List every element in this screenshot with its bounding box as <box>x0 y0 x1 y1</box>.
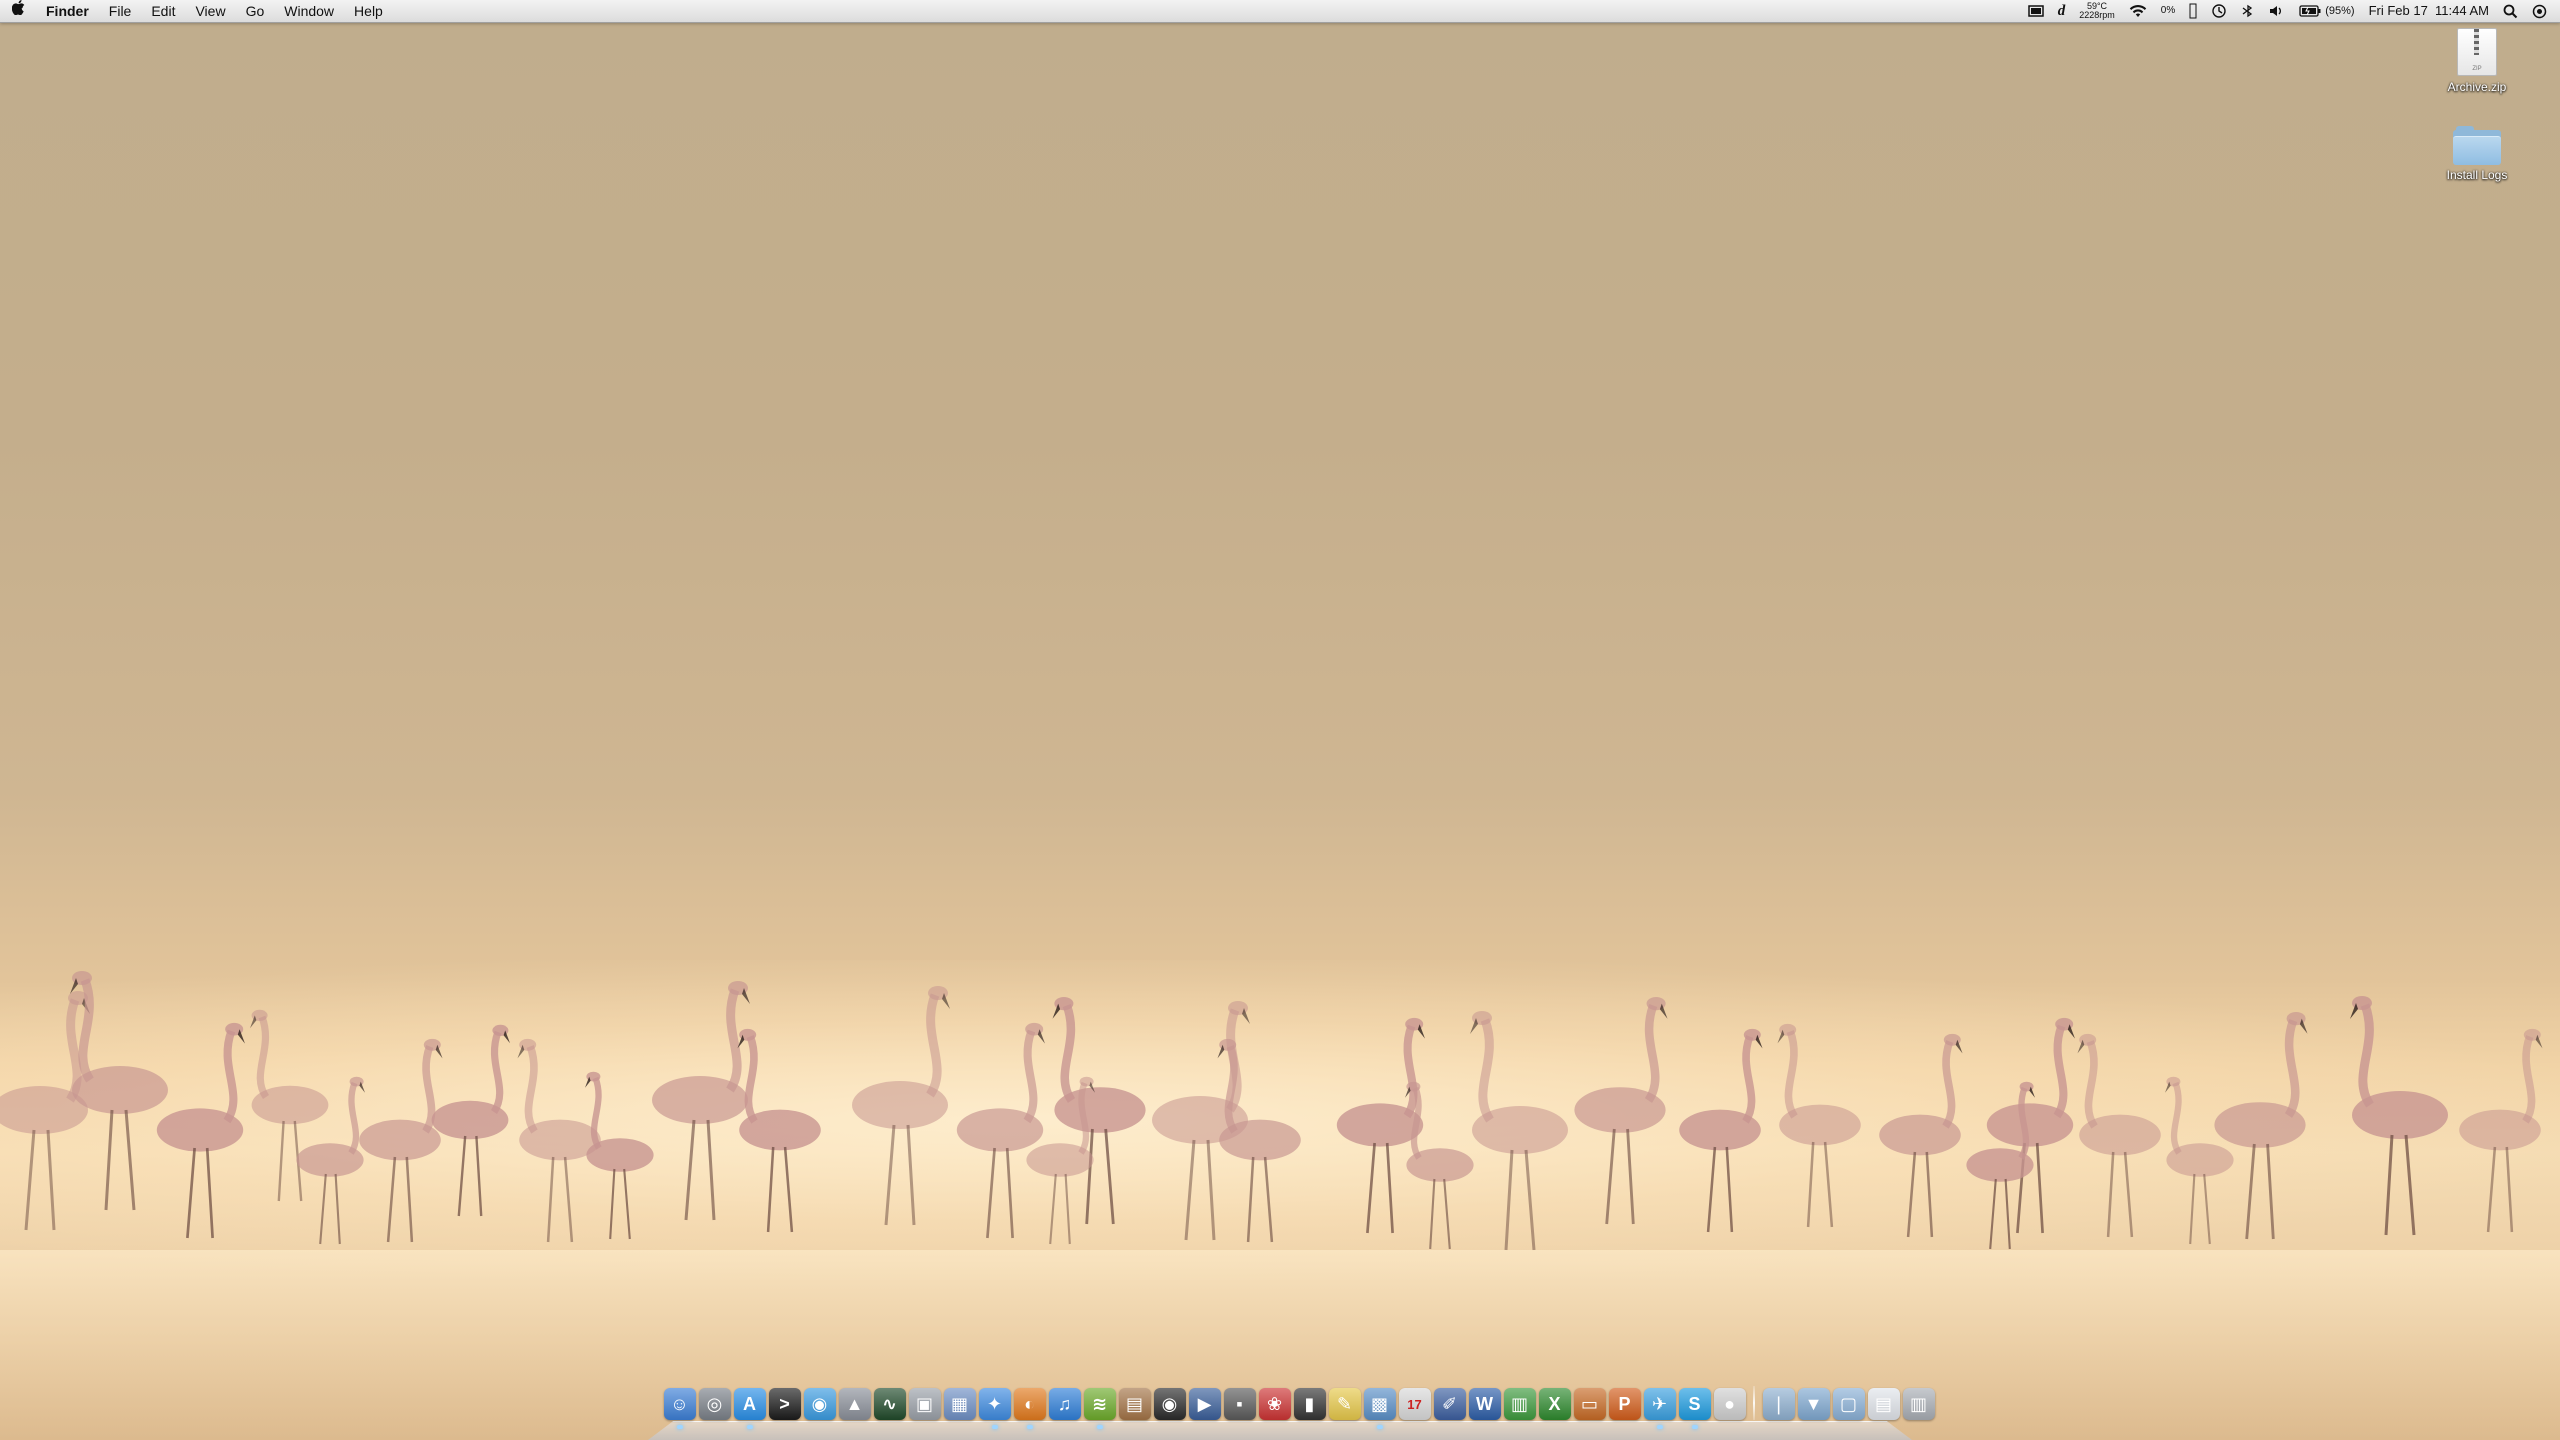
quicktime-icon[interactable]: ▶ <box>1188 1388 1221 1420</box>
desktop-icon-archive[interactable]: ZIP Archive.zip <box>2432 28 2522 94</box>
app-store-icon[interactable]: A <box>733 1388 766 1429</box>
flamingo-silhouette <box>1986 1017 2075 1234</box>
menu-go[interactable]: Go <box>236 0 275 22</box>
apple-menu-icon[interactable] <box>0 0 36 22</box>
finder-icon[interactable]: ☺ <box>663 1388 696 1429</box>
bluetooth-icon[interactable] <box>2234 4 2262 18</box>
pencil-icon[interactable]: ✐ <box>1433 1388 1466 1420</box>
screenshot-icon[interactable]: ◎ <box>698 1388 731 1420</box>
notification-icon[interactable] <box>2525 4 2554 19</box>
excel-icon[interactable]: X <box>1538 1388 1571 1420</box>
desktop-icon-label: Archive.zip <box>2447 80 2507 94</box>
stickies-icon[interactable]: ✎ <box>1328 1388 1361 1420</box>
cpu-meter[interactable]: 0% <box>2154 0 2182 22</box>
remote-desktop-icon[interactable]: ▩ <box>1363 1388 1396 1429</box>
flamingo-silhouette <box>737 1028 821 1233</box>
numbers-icon[interactable]: ▥ <box>1503 1388 1536 1420</box>
dock: ☺ ◎ A > ◉ ▲ ∿ ▣ ▦ ✦ ◐ ♫ ≋ ▤ ◉ ▶ ▪ ❀ ▮ ✎ ▩ 17 ✐ W ▥ X ▭ P ✈ S ● ❘ ▼ ▢ ▤ ▥ <box>648 1382 1935 1440</box>
wifi-diagnostics-icon[interactable]: ◉ <box>803 1388 836 1420</box>
powerpoint-icon[interactable]: P <box>1608 1388 1641 1420</box>
activity-monitor-icon[interactable]: ∿ <box>873 1388 906 1420</box>
clock[interactable]: Fri Feb 17 11:44 AM <box>2362 0 2496 22</box>
flamingo-silhouette <box>2077 1033 2161 1238</box>
flamingo-silhouette <box>1470 1011 1568 1251</box>
downloads-stack-icon[interactable]: ▼ <box>1797 1388 1830 1420</box>
flamingo-silhouette <box>1152 1001 1250 1241</box>
desktop[interactable]: Finder File Edit View Go Window Help d 5… <box>0 0 2560 1440</box>
menu-edit[interactable]: Edit <box>141 0 185 22</box>
flamingo-silhouette <box>852 986 950 1226</box>
flamingo-silhouette <box>359 1038 443 1243</box>
itunes-icon[interactable]: ♫ <box>1048 1388 1081 1420</box>
flamingo-silhouette <box>1679 1028 1763 1233</box>
flamingo-silhouette <box>1217 1038 1301 1243</box>
menu-view[interactable]: View <box>185 0 235 22</box>
cpu-text: 0% <box>2160 5 2176 16</box>
flamingo-silhouette <box>156 1022 245 1239</box>
dock-icons: ☺ ◎ A > ◉ ▲ ∿ ▣ ▦ ✦ ◐ ♫ ≋ ▤ ◉ ▶ ▪ ❀ ▮ ✎ ▩ 17 ✐ W ▥ X ▭ P ✈ S ● ❘ ▼ ▢ ▤ ▥ <box>662 1386 1936 1429</box>
fan-text: 2228rpm <box>2079 10 2115 20</box>
menu-help[interactable]: Help <box>344 0 393 22</box>
flamingo-silhouette <box>0 991 90 1231</box>
flamingo-silhouette <box>2214 1011 2308 1240</box>
tv-icon[interactable]: ▪ <box>1223 1388 1256 1420</box>
flamingo-silhouette <box>1336 1017 1425 1234</box>
terminal-icon[interactable]: > <box>768 1388 801 1420</box>
skype-icon[interactable]: S <box>1678 1388 1711 1429</box>
dictionary-icon[interactable]: d <box>2051 0 2073 22</box>
spotlight-icon[interactable] <box>2496 4 2525 19</box>
mouse-icon[interactable]: ● <box>1713 1388 1746 1420</box>
notes-icon[interactable]: ▮ <box>1293 1388 1326 1420</box>
menu-bar: Finder File Edit View Go Window Help d 5… <box>0 0 2560 23</box>
applications-stack-icon[interactable]: ❘ <box>1762 1388 1795 1420</box>
documents-stack-icon[interactable]: ▢ <box>1832 1388 1865 1420</box>
display-icon[interactable] <box>2021 5 2051 17</box>
keynote-icon[interactable]: ▭ <box>1573 1388 1606 1420</box>
battery-small-icon[interactable] <box>2182 3 2204 19</box>
flamingo-silhouette <box>431 1024 510 1217</box>
battery-percent-text: (95%) <box>2325 5 2355 17</box>
dock-separator <box>1753 1386 1755 1420</box>
flamingo-silhouette <box>2165 1076 2234 1245</box>
flamingo-silhouette <box>1777 1023 1861 1228</box>
zip-badge: ZIP <box>2472 66 2482 72</box>
menu-file[interactable]: File <box>99 0 142 22</box>
preview-icon[interactable]: ▦ <box>943 1388 976 1420</box>
time-machine-icon[interactable] <box>2204 3 2234 19</box>
flamingo-silhouette <box>2350 996 2448 1236</box>
twitter-icon[interactable]: ✈ <box>1643 1388 1676 1429</box>
desktop-icon-install-logs[interactable]: Install Logs <box>2432 122 2522 182</box>
flamingo-silhouette <box>585 1071 654 1240</box>
cleaner-icon[interactable]: ▲ <box>838 1388 871 1420</box>
flamingo-silhouette <box>517 1038 601 1243</box>
firefox-icon[interactable]: ◐ <box>1013 1388 1046 1429</box>
safari-icon[interactable]: ✦ <box>978 1388 1011 1429</box>
flamingo-silhouette <box>1879 1033 1963 1238</box>
disk-utility-icon[interactable]: ▣ <box>908 1388 941 1420</box>
volume-icon[interactable] <box>2262 4 2292 18</box>
word-icon[interactable]: W <box>1468 1388 1501 1420</box>
trash-icon[interactable]: ▥ <box>1902 1388 1935 1420</box>
wifi-icon[interactable] <box>2122 4 2154 18</box>
spotify-icon[interactable]: ≋ <box>1083 1388 1116 1429</box>
dvd-player-icon[interactable]: ◉ <box>1153 1388 1186 1420</box>
screenshot-stack-icon[interactable]: ▤ <box>1867 1388 1900 1420</box>
calendar-icon[interactable]: 17 <box>1398 1388 1431 1420</box>
menu-window[interactable]: Window <box>274 0 344 22</box>
flamingo-silhouette <box>1574 996 1668 1225</box>
zip-file-icon: ZIP <box>2457 28 2497 76</box>
photos-icon[interactable]: ▤ <box>1118 1388 1151 1420</box>
flamingo-silhouette <box>652 981 750 1221</box>
dock-shelf <box>648 1421 1912 1440</box>
temperature-readout[interactable]: 59°C 2228rpm <box>2072 2 2122 20</box>
battery-icon[interactable]: (95%) <box>2292 0 2361 22</box>
flickr-icon[interactable]: ❀ <box>1258 1388 1291 1420</box>
desktop-icon-label: Install Logs <box>2446 168 2508 182</box>
flamingo-silhouette <box>2459 1028 2543 1233</box>
folder-icon <box>2453 126 2501 165</box>
menu-app-name[interactable]: Finder <box>36 0 99 22</box>
flamingo-silhouette <box>956 1022 1045 1239</box>
